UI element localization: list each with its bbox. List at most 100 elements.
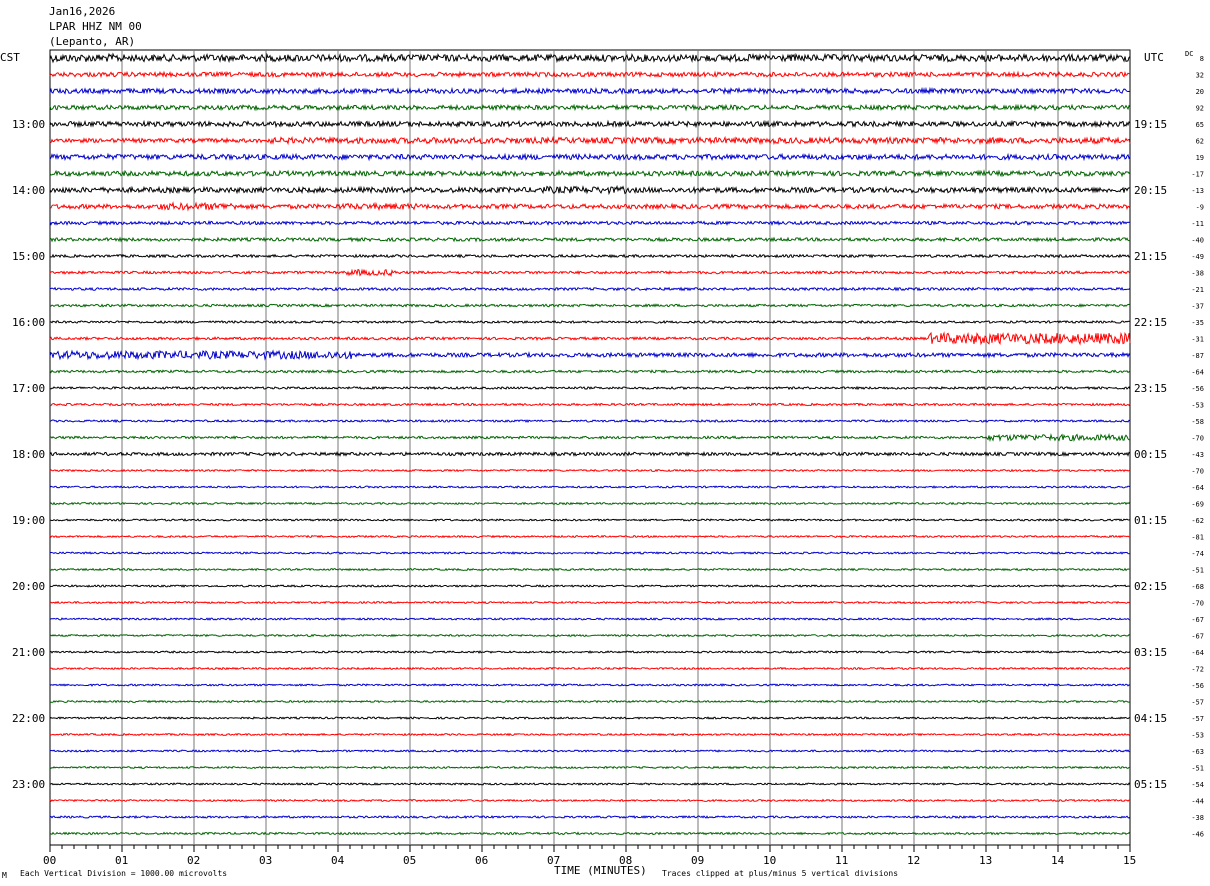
vertical-gridlines <box>121 50 1059 845</box>
dc-label: DC <box>1185 50 1193 58</box>
dc-offset-label: -56 <box>1191 385 1204 393</box>
trace-line <box>49 534 1131 539</box>
trace-line <box>49 184 1131 196</box>
dc-offset-label: -46 <box>1191 831 1204 839</box>
dc-offset-label: -81 <box>1191 534 1204 542</box>
header-location: (Lepanto, AR) <box>49 35 135 48</box>
dc-offset-label: 19 <box>1196 154 1204 162</box>
dc-offset-label: -87 <box>1191 352 1204 360</box>
dc-offset-label: -38 <box>1191 270 1204 278</box>
dc-offset-label: -51 <box>1191 765 1204 773</box>
dc-offset-label: -58 <box>1191 418 1204 426</box>
dc-offset-label: 65 <box>1196 121 1204 129</box>
dc-offset-label: -62 <box>1191 517 1204 525</box>
dc-offset-label: -38 <box>1191 814 1204 822</box>
trace-line <box>49 201 1131 212</box>
left-timezone-label: CST <box>0 51 20 64</box>
x-tick-label: 11 <box>835 854 848 867</box>
hour-label-right: 01:15 <box>1134 514 1167 527</box>
hour-label-right: 22:15 <box>1134 316 1167 329</box>
trace-line <box>49 385 1131 391</box>
trace-line <box>49 319 1131 325</box>
trace-line <box>49 103 1131 112</box>
x-tick-label: 09 <box>691 854 704 867</box>
hour-label-left: 16:00 <box>12 316 45 329</box>
right-timezone-label: UTC <box>1144 51 1164 64</box>
hour-label-right: 19:15 <box>1134 118 1167 131</box>
x-tick-label: 05 <box>403 854 416 867</box>
trace-line <box>49 86 1131 96</box>
dc-offset-label: -74 <box>1191 550 1204 558</box>
trace-line <box>49 119 1131 129</box>
dc-offset-label: 8 <box>1200 55 1204 63</box>
dc-offset-label: -43 <box>1191 451 1204 459</box>
dc-offset-label: -70 <box>1191 435 1204 443</box>
dc-offset-label: -67 <box>1191 616 1204 624</box>
trace-line <box>49 349 1131 361</box>
trace-line <box>49 600 1131 605</box>
hour-label-right: 20:15 <box>1134 184 1167 197</box>
dc-offset-label: -57 <box>1191 715 1204 723</box>
dc-offset-labels: 8 32 20 92 65 62 19 -17 -13 -9 -11 -40 -49 -38 -21 -37 -… <box>1191 55 1204 839</box>
dc-offset-label: -54 <box>1191 781 1204 789</box>
dc-offset-label: -40 <box>1191 237 1204 245</box>
trace-line <box>49 220 1131 226</box>
hour-label-left: 14:00 <box>12 184 45 197</box>
trace-line <box>49 418 1131 424</box>
trace-line <box>49 749 1131 753</box>
header-station: LPAR HHZ NM 00 <box>49 20 142 33</box>
x-tick-label: 01 <box>115 854 128 867</box>
hour-label-left: 13:00 <box>12 118 45 131</box>
dc-offset-label: -57 <box>1191 699 1204 707</box>
trace-line <box>49 617 1131 621</box>
dc-offset-label: -53 <box>1191 402 1204 410</box>
dc-offset-label: 92 <box>1196 105 1204 113</box>
hour-label-left: 21:00 <box>12 646 45 659</box>
x-tick-label: 14 <box>1051 854 1065 867</box>
dc-offset-label: -37 <box>1191 303 1204 311</box>
dc-offset-label: -64 <box>1191 649 1204 657</box>
hour-label-left: 18:00 <box>12 448 45 461</box>
hour-label-right: 03:15 <box>1134 646 1167 659</box>
trace-line <box>49 70 1131 79</box>
trace-line <box>49 551 1131 555</box>
dc-offset-label: -53 <box>1191 732 1204 740</box>
dc-offset-label: -69 <box>1191 501 1204 509</box>
trace-line <box>49 765 1131 770</box>
dc-offset-label: -21 <box>1191 286 1204 294</box>
trace-line <box>49 135 1131 146</box>
seismic-traces <box>49 52 1131 836</box>
x-tick-label: 12 <box>907 854 920 867</box>
trace-line <box>49 52 1131 64</box>
dc-offset-label: -68 <box>1191 583 1204 591</box>
x-axis-title: TIME (MINUTES) <box>554 864 647 877</box>
dc-offset-label: -17 <box>1191 171 1204 179</box>
trace-line <box>49 650 1131 654</box>
corner-mark: M <box>2 871 7 880</box>
hour-label-right: 21:15 <box>1134 250 1167 263</box>
trace-line <box>49 468 1131 473</box>
dc-offset-label: 20 <box>1196 88 1204 96</box>
trace-line <box>49 666 1131 671</box>
x-tick-label: 10 <box>763 854 776 867</box>
trace-line <box>49 831 1131 836</box>
dc-offset-label: -72 <box>1191 666 1204 674</box>
trace-line <box>49 152 1131 162</box>
dc-offset-label: -11 <box>1191 220 1204 228</box>
trace-line <box>49 253 1131 259</box>
dc-offset-label: 62 <box>1196 138 1204 146</box>
header-date: Jan16,2026 <box>49 5 115 18</box>
trace-line <box>49 169 1131 178</box>
hour-label-left: 20:00 <box>12 580 45 593</box>
trace-line <box>49 450 1131 458</box>
x-tick-label: 03 <box>259 854 272 867</box>
trace-line <box>49 716 1131 720</box>
hour-label-left: 17:00 <box>12 382 45 395</box>
trace-line <box>49 782 1131 786</box>
trace-line <box>49 402 1131 407</box>
trace-line <box>49 584 1131 588</box>
trace-line <box>49 798 1131 803</box>
trace-line <box>49 633 1131 638</box>
dc-offset-label: -49 <box>1191 253 1204 261</box>
x-tick-label: 15 <box>1123 854 1136 867</box>
